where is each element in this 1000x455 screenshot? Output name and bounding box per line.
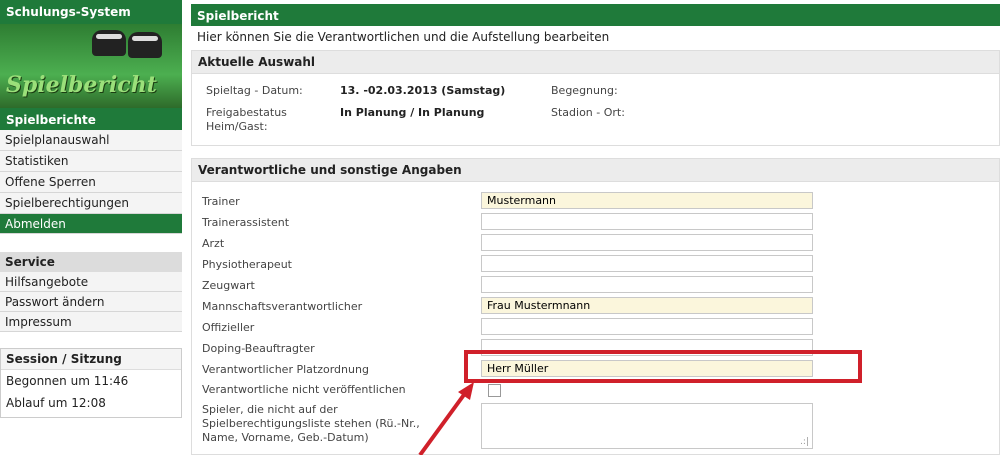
field-label-trainer: Trainer [202,195,240,208]
banner-title: Spielbericht [6,72,157,98]
resize-handle-icon[interactable]: .:| [800,437,809,447]
trainerassistent-input[interactable] [481,213,813,230]
field-label-trainerassistent: Trainerassistent [202,216,290,229]
session-box: Session / Sitzung Begonnen um 11:46 Abla… [0,348,182,418]
intro-text: Hier können Sie die Verantwortlichen und… [197,30,610,44]
offizieller-input[interactable] [481,318,813,335]
arrow-annotation-icon [418,382,474,455]
field-label-platzordnung: Verantwortlicher Platzordnung [202,363,369,376]
freigabe-value: In Planung / In Planung [340,106,485,119]
sidebar-item-hilfsangebote[interactable]: Hilfsangebote [0,272,182,292]
page-title: Spielbericht [191,4,1000,26]
spieltag-value: 13. -02.03.2013 (Samstag) [340,84,506,97]
field-label-arzt: Arzt [202,237,225,250]
field-label-offizieller: Offizieller [202,321,255,334]
physiotherapeut-input[interactable] [481,255,813,272]
current-selection-title: Aktuelle Auswahl [192,51,999,74]
mannschaftsverantwortlicher-input[interactable] [481,297,813,314]
section-title-service: Service [0,252,182,272]
sidebar-item-passwort-aendern[interactable]: Passwort ändern [0,292,182,312]
banner-image: Spielbericht [0,24,182,108]
current-selection-box: Aktuelle Auswahl [191,50,1000,146]
spieler-label-3: Name, Vorname, Geb.-Datum) [202,431,369,444]
sidebar-item-impressum[interactable]: Impressum [0,312,182,332]
spieler-label-1: Spieler, die nicht auf der [202,403,338,416]
zeugwart-input[interactable] [481,276,813,293]
shoe-icon [92,30,126,56]
sidebar-item-abmelden[interactable]: Abmelden [0,214,182,234]
session-ablauf: Ablauf um 12:08 [6,396,106,410]
freigabe-label-2: Heim/Gast: [206,120,268,133]
highlight-box [464,350,862,383]
shoe-icon [128,32,162,58]
stadion-label: Stadion - Ort: [551,106,625,119]
freigabe-label-1: Freigabestatus [206,106,287,119]
system-title: Schulungs-System [0,0,182,24]
spieltag-label: Spieltag - Datum: [206,84,303,97]
checkbox-label: Verantwortliche nicht veröffentlichen [202,383,406,396]
spieler-label-2: Spielberechtigungsliste stehen (Rü.-Nr., [202,417,420,430]
sidebar-item-statistiken[interactable]: Statistiken [0,151,182,172]
session-begonnen: Begonnen um 11:46 [6,374,129,388]
sidebar-item-offene-sperren[interactable]: Offene Sperren [0,172,182,193]
begegnung-label: Begegnung: [551,84,618,97]
sidebar-item-spielberechtigungen[interactable]: Spielberechtigungen [0,193,182,214]
section-title-spielberichte: Spielberichte [0,108,182,130]
field-label-zeugwart: Zeugwart [202,279,255,292]
spieler-textarea[interactable]: .:| [481,403,813,449]
session-title: Session / Sitzung [1,349,181,370]
sidebar-item-spielplanauswahl[interactable]: Spielplanauswahl [0,130,182,151]
arzt-input[interactable] [481,234,813,251]
field-label-doping-beauftragter: Doping-Beauftragter [202,342,315,355]
trainer-input[interactable] [481,192,813,209]
responsible-title: Verantwortliche und sonstige Angaben [192,159,999,182]
field-label-physiotherapeut: Physiotherapeut [202,258,292,271]
field-label-mannschaftsverantwortlicher: Mannschaftsverantwortlicher [202,300,363,313]
